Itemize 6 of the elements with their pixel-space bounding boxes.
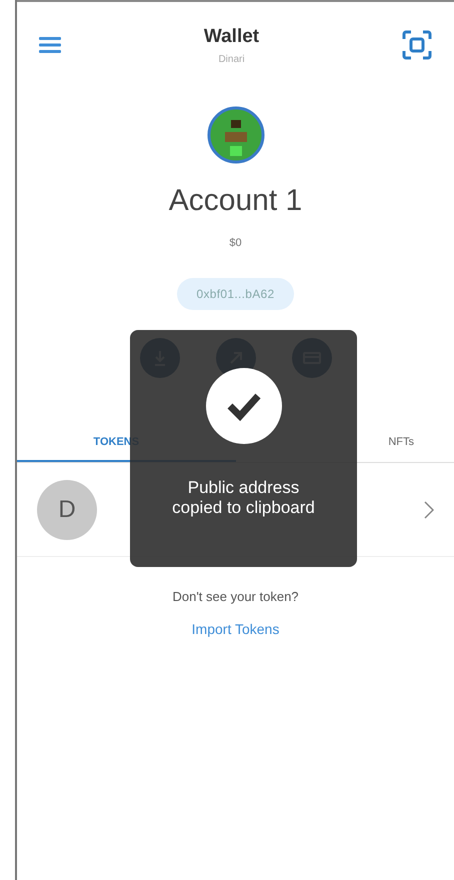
account-name: Account 1 [168, 183, 302, 219]
window-title: Wallet [204, 25, 260, 50]
token-avatar: D [37, 480, 97, 540]
hint-text: Don't see your token? [172, 588, 299, 606]
toast-message: Public address copied to clipboard [171, 478, 316, 518]
account-balance: $0 [229, 236, 242, 251]
